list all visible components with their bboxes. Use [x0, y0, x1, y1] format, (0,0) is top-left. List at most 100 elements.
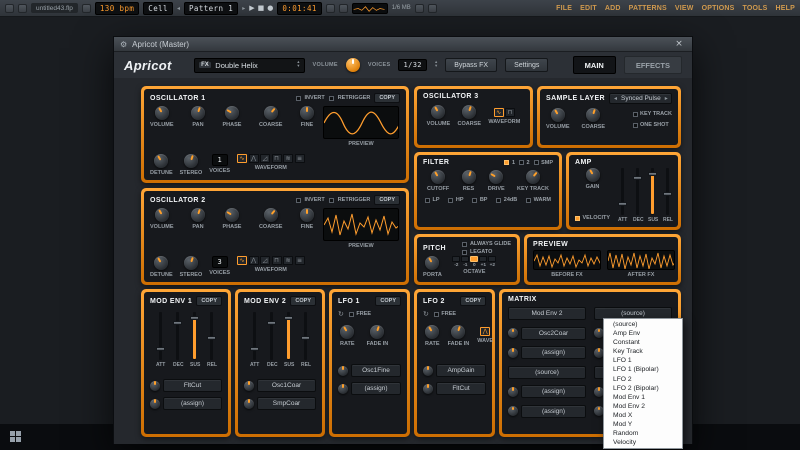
lfo1-free-checkbox[interactable]	[349, 312, 354, 317]
lfo2-free-checkbox[interactable]	[434, 312, 439, 317]
porta-knob[interactable]: PORTA	[423, 256, 442, 278]
modenv1-slider[interactable]	[156, 312, 165, 360]
waveform-button[interactable]: ∿	[237, 256, 247, 265]
menu-item[interactable]: TOOLS	[743, 5, 768, 12]
menu-item[interactable]: FILE	[556, 5, 572, 12]
knob-dial[interactable]	[300, 106, 314, 120]
osc1-voices-value[interactable]: 1	[212, 154, 228, 166]
knob-dial[interactable]	[155, 208, 169, 222]
dropdown-option[interactable]: Key Track	[604, 347, 682, 356]
knob-dial[interactable]	[489, 170, 503, 184]
metronome-icon[interactable]	[326, 4, 335, 13]
always-glide-checkbox[interactable]	[462, 242, 467, 247]
waveform-button[interactable]: ⋀	[249, 256, 259, 265]
matrix-source-selector[interactable]: (source)	[508, 366, 586, 379]
pattern-group-selector[interactable]: Cell	[143, 2, 173, 15]
target-selector[interactable]: SmpCoar	[257, 397, 316, 410]
voices-down-icon[interactable]: ▾	[435, 65, 437, 69]
window-titlebar[interactable]: ⚙ Apricot (Master) ×	[114, 37, 692, 52]
dropdown-option[interactable]: Mod X	[604, 411, 682, 420]
project-tab[interactable]: untitled43.flp	[31, 3, 78, 13]
modenv2-slider[interactable]	[250, 312, 259, 360]
target-selector[interactable]: (assign)	[163, 397, 222, 410]
slider-handle[interactable]	[267, 321, 276, 325]
preset-selector[interactable]: FX Double Helix ▴▾	[194, 58, 305, 73]
osc2-knob[interactable]: FINE	[300, 208, 314, 230]
sample-volume-knob[interactable]: VOLUME	[546, 108, 570, 130]
knob-dial[interactable]	[225, 208, 239, 222]
osc2-knob[interactable]: PHASE	[223, 208, 242, 230]
start-button[interactable]	[10, 431, 21, 442]
lfo1-copy-button[interactable]: COPY	[375, 296, 401, 306]
filter-mode-checkbox[interactable]	[425, 198, 430, 203]
osc1-knob[interactable]: PHASE	[223, 106, 242, 128]
amount-knob[interactable]	[423, 384, 433, 394]
knob-dial[interactable]	[264, 106, 278, 120]
filter-mode-checkbox[interactable]	[496, 198, 501, 203]
waveform-button[interactable]: ⊓	[505, 108, 515, 117]
osc1-knob[interactable]: DETUNE	[150, 154, 173, 176]
knob-dial[interactable]	[425, 325, 439, 339]
slider-handle[interactable]	[173, 321, 182, 325]
filter-mode-checkbox[interactable]	[472, 198, 477, 203]
filter-mode[interactable]: 24dB	[496, 197, 517, 203]
waveform-button[interactable]: ≋	[283, 154, 293, 163]
knob-dial[interactable]	[431, 105, 445, 119]
osc2-retrigger-checkbox[interactable]	[329, 198, 334, 203]
waveform-button[interactable]: ≡	[295, 256, 305, 265]
osc2-knob[interactable]: STEREO	[180, 256, 203, 278]
stop-icon[interactable]: ■	[258, 4, 265, 12]
lfo1-sync-loop-icon[interactable]: ↻	[338, 310, 344, 318]
matrix-target-selector[interactable]: Osc2Coar	[521, 327, 586, 340]
knob-dial[interactable]	[425, 256, 439, 270]
pattern-next-icon[interactable]: ▸	[242, 5, 245, 12]
lfo1-knob[interactable]: FADE IN	[367, 325, 389, 347]
modenv1-slider[interactable]	[190, 312, 199, 360]
legato-checkbox[interactable]	[462, 250, 467, 255]
osc2-invert-checkbox[interactable]	[296, 198, 301, 203]
dropdown-option[interactable]: LFO 1 (Bipolar)	[604, 365, 682, 374]
osc1-copy-button[interactable]: COPY	[374, 93, 400, 103]
knob-dial[interactable]	[340, 325, 354, 339]
dropdown-option[interactable]: Velocity	[604, 438, 682, 447]
key-track-checkbox[interactable]	[633, 112, 638, 117]
bpm-display[interactable]: 130 bpm	[95, 2, 139, 15]
filter-mode-checkbox[interactable]	[526, 198, 531, 203]
amount-knob[interactable]	[150, 381, 160, 391]
knob-dial[interactable]	[191, 208, 205, 222]
menu-item[interactable]: EDIT	[580, 5, 597, 12]
target-selector[interactable]: Osc1Coar	[257, 379, 316, 392]
modenv2-copy-button[interactable]: COPY	[290, 296, 316, 306]
slider-handle[interactable]	[663, 192, 672, 196]
pattern-selector[interactable]: Pattern 1	[184, 2, 238, 15]
lfo2-knob[interactable]: FADE IN	[448, 325, 470, 347]
sample-preset-selector[interactable]: ◂ Synced Pulse ▸	[609, 93, 672, 104]
panel-toggle-icon[interactable]	[5, 4, 14, 13]
one-shot-checkbox[interactable]	[633, 123, 638, 128]
waveform-button[interactable]: ◿	[260, 154, 270, 163]
osc1-knob[interactable]: PAN	[191, 106, 205, 128]
record-icon[interactable]: ●	[267, 4, 273, 12]
matrix-target-selector[interactable]: (assign)	[521, 346, 586, 359]
target-selector[interactable]: Osc1Fine	[351, 364, 401, 377]
lfo2-knob[interactable]: RATE	[425, 325, 440, 347]
slider-handle[interactable]	[250, 347, 259, 351]
amp-envelope-slider[interactable]	[648, 168, 657, 215]
knob-dial[interactable]	[225, 106, 239, 120]
matrix-target-selector[interactable]: (assign)	[521, 385, 586, 398]
menu-item[interactable]: VIEW	[675, 5, 694, 12]
knob-dial[interactable]	[526, 170, 540, 184]
dropdown-option[interactable]: Random	[604, 429, 682, 438]
waveform-button[interactable]: ≋	[283, 256, 293, 265]
knob-dial[interactable]	[154, 154, 168, 168]
waveform-button[interactable]: ⋀	[249, 154, 259, 163]
matrix-source-selector[interactable]: Mod Env 2	[508, 307, 586, 320]
knob-dial[interactable]	[154, 256, 168, 270]
knob-dial[interactable]	[586, 108, 600, 122]
osc2-knob[interactable]: PAN	[191, 208, 205, 230]
dropdown-option[interactable]: LFO 1	[604, 356, 682, 365]
octave-cell[interactable]	[461, 256, 469, 262]
knob-dial[interactable]	[264, 208, 278, 222]
knob-dial[interactable]	[551, 108, 565, 122]
osc1-voices[interactable]: 1VOICES	[209, 154, 230, 174]
